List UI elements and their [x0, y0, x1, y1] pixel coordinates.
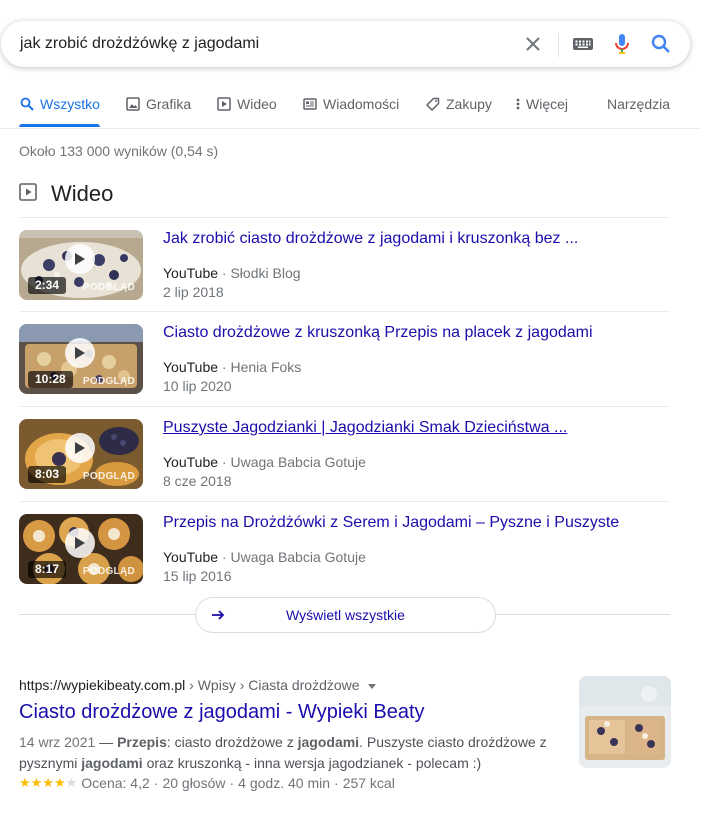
- thumbnail-image: [579, 676, 671, 768]
- video-date: 15 lip 2016: [163, 568, 232, 584]
- search-bar: jak zrobić drożdżówkę z jagodami: [1, 21, 690, 67]
- video-platform: YouTube: [163, 549, 219, 565]
- result-stats: Około 133 000 wyników (0,54 s): [19, 143, 219, 159]
- play-icon: [65, 433, 95, 463]
- tab-all[interactable]: Wszystko: [19, 96, 100, 112]
- search-icon: [19, 96, 35, 112]
- video-date: 10 lip 2020: [163, 378, 232, 394]
- video-source: YouTube · Henia Foks: [163, 359, 302, 375]
- meta-separator: ·: [153, 775, 159, 791]
- video-result[interactable]: 8:03 PODGLĄD Puszyste Jagodzianki | Jago…: [19, 406, 670, 502]
- video-source: YouTube · Uwaga Babcia Gotuje: [163, 454, 366, 470]
- view-all-button[interactable]: Wyświetl wszystkie: [195, 597, 496, 633]
- video-title-link[interactable]: Ciasto drożdżowe z kruszonką Przepis na …: [163, 324, 593, 342]
- tab-label: Grafika: [146, 96, 192, 112]
- tab-label: Zakupy: [446, 96, 492, 112]
- video-icon: [19, 182, 37, 206]
- tab-more[interactable]: Więcej: [515, 96, 568, 112]
- video-thumbnail[interactable]: 2:34 PODGLĄD: [19, 230, 143, 300]
- video-author: Uwaga Babcia Gotuje: [230, 454, 366, 470]
- play-icon: [65, 528, 95, 558]
- tab-images[interactable]: Grafika: [125, 96, 191, 112]
- tab-label: Wideo: [237, 96, 277, 112]
- snippet-bold: jagodami: [81, 755, 143, 771]
- section-title: Wideo: [51, 181, 114, 206]
- video-result[interactable]: 8:17 PODGLĄD Przepis na Drożdżówki z Ser…: [19, 501, 670, 597]
- video-duration: 8:03: [28, 466, 67, 483]
- video-platform: YouTube: [163, 359, 219, 375]
- star-rating-icon: ★★★★★: [19, 775, 78, 790]
- meta-separator: ·: [334, 775, 339, 791]
- tab-shopping[interactable]: Zakupy: [425, 96, 492, 112]
- tab-label: Narzędzia: [607, 96, 671, 112]
- caret-down-icon[interactable]: [367, 683, 376, 689]
- video-result[interactable]: 2:34 PODGLĄD Jak zrobić ciasto drożdżowe…: [19, 217, 670, 313]
- active-tab-indicator: [19, 124, 100, 127]
- view-all-label: Wyświetl wszystkie: [286, 607, 405, 623]
- votes-text: 20 głosów: [162, 775, 226, 791]
- video-duration: 2:34: [28, 277, 67, 294]
- result-domain: https://wypiekibeaty.com.pl: [19, 677, 186, 693]
- video-duration: 10:28: [28, 371, 73, 388]
- snippet-bold: jagodami: [297, 734, 360, 750]
- microphone-icon[interactable]: [611, 33, 633, 55]
- video-icon: [216, 96, 232, 112]
- play-icon: [65, 338, 95, 368]
- video-title-link[interactable]: Jak zrobić ciasto drożdżowe z jagodami i…: [163, 230, 578, 248]
- result-rich-meta: ★★★★★ Ocena: 4,2 · 20 głosów · 4 godz. 4…: [19, 775, 395, 791]
- snippet-text: : ciasto drożdżowe z: [166, 734, 298, 750]
- preview-label: PODGLĄD: [82, 566, 135, 577]
- meta-separator: ·: [229, 775, 235, 791]
- more-vert-icon: [515, 96, 521, 112]
- video-platform: YouTube: [163, 454, 219, 470]
- video-date: 8 cze 2018: [163, 473, 232, 489]
- video-title-link[interactable]: Puszyste Jagodzianki | Jagodzianki Smak …: [163, 419, 567, 437]
- search-tabs: Wszystko Grafika Wideo Wiadomości Zakupy…: [0, 90, 701, 129]
- tab-tools[interactable]: Narzędzia: [607, 96, 670, 112]
- video-section-heading: Wideo: [19, 181, 113, 207]
- video-author: Słodki Blog: [230, 265, 301, 281]
- result-thumbnail[interactable]: [579, 676, 671, 768]
- tab-label: Wszystko: [40, 96, 100, 112]
- video-author: Henia Foks: [230, 359, 302, 375]
- result-url[interactable]: https://wypiekibeaty.com.pl › Wpisy › Ci…: [19, 677, 376, 693]
- time-text: 4 godz. 40 min: [238, 775, 331, 791]
- video-date: 2 lip 2018: [163, 284, 224, 300]
- tab-label: Wiadomości: [323, 96, 400, 112]
- result-date: 14 wrz 2021: [19, 734, 96, 750]
- result-snippet: 14 wrz 2021 — Przepis: ciasto drożdżowe …: [19, 732, 559, 774]
- video-source: YouTube · Uwaga Babcia Gotuje: [163, 549, 366, 565]
- keyboard-icon[interactable]: [571, 33, 595, 55]
- preview-label: PODGLĄD: [82, 471, 135, 482]
- snippet-bold: Przepis: [117, 734, 167, 750]
- video-source: YouTube · Słodki Blog: [163, 265, 301, 281]
- video-platform: YouTube: [163, 265, 219, 281]
- snippet-separator: —: [95, 734, 118, 750]
- search-input[interactable]: jak zrobić drożdżówkę z jagodami: [20, 35, 259, 53]
- clear-icon[interactable]: [522, 33, 544, 55]
- tab-videos[interactable]: Wideo: [216, 96, 277, 112]
- video-thumbnail[interactable]: 10:28 PODGLĄD: [19, 324, 143, 394]
- image-icon: [125, 96, 141, 112]
- result-title-link[interactable]: Ciasto drożdżowe z jagodami - Wypieki Be…: [19, 701, 425, 724]
- video-title-link[interactable]: Przepis na Drożdżówki z Serem i Jagodami…: [163, 514, 619, 532]
- video-thumbnail[interactable]: 8:17 PODGLĄD: [19, 514, 143, 584]
- video-result[interactable]: 10:28 PODGLĄD Ciasto drożdżowe z kruszon…: [19, 311, 670, 407]
- news-icon: [302, 96, 318, 112]
- search-divider: [558, 33, 559, 57]
- preview-label: PODGLĄD: [82, 282, 135, 293]
- play-icon: [65, 244, 95, 274]
- preview-label: PODGLĄD: [82, 376, 135, 387]
- kcal-text: 257 kcal: [342, 775, 395, 791]
- result-breadcrumb: › Wpisy › Ciasta drożdżowe: [185, 677, 360, 693]
- video-thumbnail[interactable]: 8:03 PODGLĄD: [19, 419, 143, 489]
- tab-news[interactable]: Wiadomości: [302, 96, 399, 112]
- snippet-text: oraz kruszonką - inna wersja jagodzianek…: [142, 755, 482, 771]
- tab-label: Więcej: [526, 96, 569, 112]
- search-icon[interactable]: [650, 33, 672, 55]
- rating-text: Ocena: 4,2: [81, 775, 150, 791]
- video-duration: 8:17: [28, 561, 67, 578]
- tag-icon: [425, 96, 441, 112]
- video-author: Uwaga Babcia Gotuje: [230, 549, 366, 565]
